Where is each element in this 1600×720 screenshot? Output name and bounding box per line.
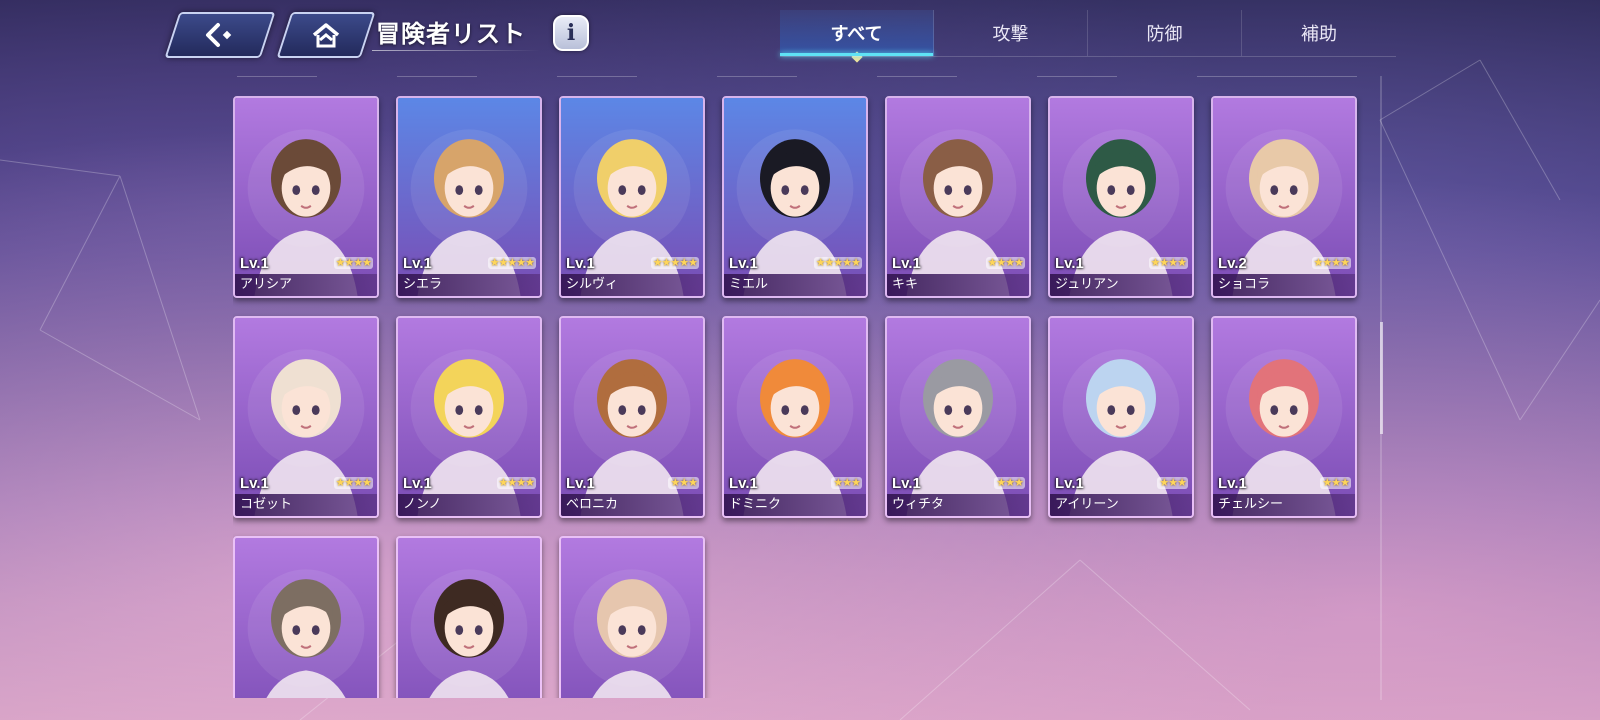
level-label: Lv.1 xyxy=(729,255,758,272)
tab-support[interactable]: 補助 xyxy=(1242,10,1396,56)
divider xyxy=(877,76,957,77)
adventurer-card[interactable] xyxy=(396,536,542,698)
star-rating: ★★★★ xyxy=(333,256,373,269)
star-rating: ★★★★ xyxy=(496,476,536,489)
adventurer-name: コゼット xyxy=(235,494,377,516)
tab-all[interactable]: すべて xyxy=(780,10,934,56)
star-rating: ★★★★ xyxy=(333,476,373,489)
adventurer-name: キキ xyxy=(887,274,1029,296)
adventurer-card[interactable]: Lv.1 ★★★★ コゼット xyxy=(233,316,379,518)
level-label: Lv.1 xyxy=(566,475,595,492)
adventurer-name: ショコラ xyxy=(1213,274,1355,296)
adventurer-card[interactable] xyxy=(233,536,379,698)
adventurer-card[interactable]: Lv.1 ★★★ ベロニカ xyxy=(559,316,705,518)
level-label: Lv.1 xyxy=(403,255,432,272)
star-rating: ★★★ xyxy=(1320,476,1351,489)
adventurer-card[interactable]: Lv.1 ★★★★ ジュリアン xyxy=(1048,96,1194,298)
back-button[interactable] xyxy=(164,12,276,58)
adventurer-card[interactable]: Lv.1 ★★★★★ ミエル xyxy=(722,96,868,298)
adventurer-card[interactable]: Lv.1 ★★★ ドミニク xyxy=(722,316,868,518)
adventurer-card[interactable]: Lv.1 ★★★ アイリーン xyxy=(1048,316,1194,518)
tab-defense[interactable]: 防御 xyxy=(1088,10,1242,56)
character-portrait xyxy=(561,538,703,698)
adventurer-card[interactable]: Lv.1 ★★★★ ノンノ xyxy=(396,316,542,518)
level-label: Lv.1 xyxy=(240,475,269,492)
character-portrait xyxy=(398,538,540,698)
adventurer-name: ノンノ xyxy=(398,494,540,516)
adventurer-name: シルヴィ xyxy=(561,274,703,296)
adventurer-card[interactable]: Lv.1 ★★★ ウィチタ xyxy=(885,316,1031,518)
adventurer-card[interactable] xyxy=(559,536,705,698)
divider xyxy=(557,76,637,77)
divider xyxy=(717,76,797,77)
divider xyxy=(1037,76,1117,77)
info-icon: i xyxy=(566,20,576,46)
star-rating: ★★★ xyxy=(831,476,862,489)
adventurer-grid: Lv.1 ★★★★ アリシア Lv.1 ★★★★★ シエラ Lv.1 ★★★★★ シルヴィ Lv.… xyxy=(233,96,1363,698)
adventurer-card[interactable]: Lv.1 ★★★ チェルシー xyxy=(1211,316,1357,518)
star-rating: ★★★ xyxy=(994,476,1025,489)
adventurer-card[interactable]: Lv.2 ★★★★ ショコラ xyxy=(1211,96,1357,298)
adventurer-name: ウィチタ xyxy=(887,494,1029,516)
adventurer-name: ドミニク xyxy=(724,494,866,516)
level-label: Lv.1 xyxy=(1055,255,1084,272)
adventurer-name: ベロニカ xyxy=(561,494,703,516)
category-tabs: すべて 攻撃 防御 補助 xyxy=(780,10,1396,56)
star-rating: ★★★★ xyxy=(985,256,1025,269)
level-label: Lv.1 xyxy=(892,255,921,272)
divider xyxy=(1197,76,1357,77)
tabs-divider xyxy=(780,56,1396,57)
level-label: Lv.2 xyxy=(1218,255,1247,272)
tab-label: すべて xyxy=(830,24,883,45)
adventurer-name: チェルシー xyxy=(1213,494,1355,516)
star-rating: ★★★★★ xyxy=(813,256,862,269)
divider xyxy=(237,76,317,77)
divider xyxy=(397,76,477,77)
adventurer-name: アイリーン xyxy=(1050,494,1192,516)
adventurer-card[interactable]: Lv.1 ★★★★ アリシア xyxy=(233,96,379,298)
star-rating: ★★★★ xyxy=(1311,256,1351,269)
home-icon xyxy=(310,21,342,49)
tab-attack[interactable]: 攻撃 xyxy=(934,10,1088,56)
scrollbar-thumb[interactable] xyxy=(1380,322,1383,434)
level-label: Lv.1 xyxy=(729,475,758,492)
adventurer-name: ミエル xyxy=(724,274,866,296)
adventurer-name: アリシア xyxy=(235,274,377,296)
level-label: Lv.1 xyxy=(240,255,269,272)
adventurer-card[interactable]: Lv.1 ★★★★ キキ xyxy=(885,96,1031,298)
level-label: Lv.1 xyxy=(892,475,921,492)
page-title: 冒険者リスト xyxy=(376,20,526,48)
adventurer-card[interactable]: Lv.1 ★★★★★ シエラ xyxy=(396,96,542,298)
title-underline xyxy=(372,50,540,51)
top-bar: 冒険者リスト i すべて 攻撃 防御 補助 xyxy=(0,0,1600,64)
star-rating: ★★★ xyxy=(668,476,699,489)
adventurer-name: シエラ xyxy=(398,274,540,296)
level-label: Lv.1 xyxy=(403,475,432,492)
star-rating: ★★★★ xyxy=(1148,256,1188,269)
tab-label: 補助 xyxy=(1301,24,1337,45)
adventurer-card[interactable]: Lv.1 ★★★★★ シルヴィ xyxy=(559,96,705,298)
back-arrow-icon xyxy=(202,21,238,49)
tab-label: 防御 xyxy=(1146,24,1183,45)
adventurer-name: ジュリアン xyxy=(1050,274,1192,296)
character-portrait xyxy=(235,538,377,698)
level-label: Lv.1 xyxy=(1218,475,1247,492)
info-button[interactable]: i xyxy=(553,15,589,51)
home-button[interactable] xyxy=(276,12,376,58)
star-rating: ★★★ xyxy=(1157,476,1188,489)
level-label: Lv.1 xyxy=(1055,475,1084,492)
level-label: Lv.1 xyxy=(566,255,595,272)
star-rating: ★★★★★ xyxy=(487,256,536,269)
tab-label: 攻撃 xyxy=(992,24,1029,45)
star-rating: ★★★★★ xyxy=(650,256,699,269)
